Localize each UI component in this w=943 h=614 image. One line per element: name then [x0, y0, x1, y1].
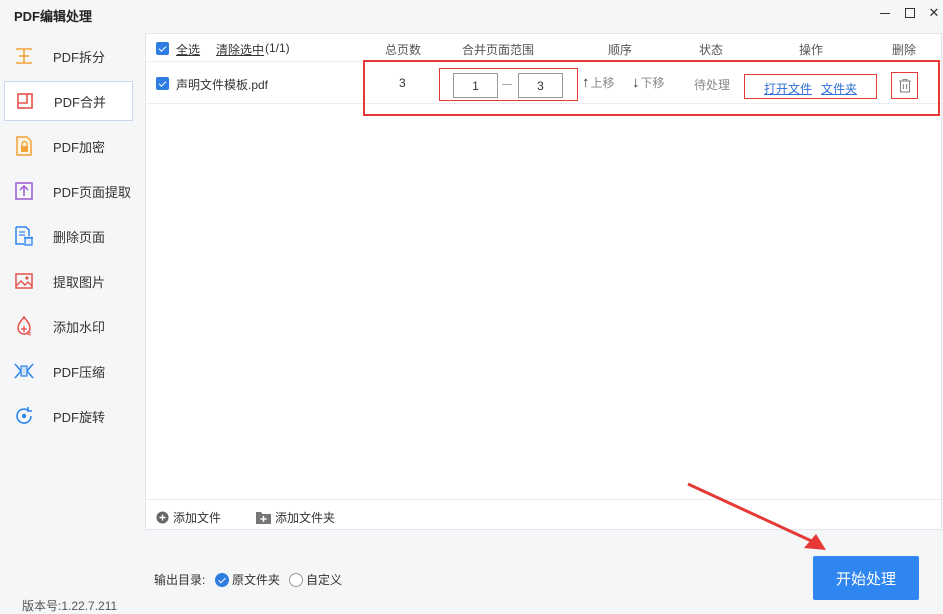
sidebar-item-label: 提取图片 — [53, 274, 106, 290]
column-delete: 删除 — [892, 43, 917, 57]
merge-icon — [17, 93, 33, 109]
sidebar-item-extract-page[interactable]: PDF页面提取 — [4, 171, 133, 211]
range-separator — [502, 84, 512, 85]
radio-source-folder[interactable]: 原文件夹 — [215, 571, 280, 588]
sidebar-item-label: 添加水印 — [53, 319, 106, 335]
sidebar-item-delete-page[interactable]: 删除页面 — [4, 216, 133, 256]
sidebar-item-compress[interactable]: PDF压缩 — [4, 351, 133, 391]
move-down-button[interactable]: ↓ 下移 — [632, 74, 665, 91]
open-file-link[interactable]: 打开文件 — [764, 80, 812, 97]
table-row: 声明文件模板.pdf 3 ↑上移 ↓下移 待处理 打开文件 文件夹 — [146, 62, 941, 104]
table-header: 全选 清除选中 (1/1) 总页数 合并页面范围 顺序 状态 操作 删除 — [146, 34, 941, 62]
total-pages-value: 3 — [399, 76, 406, 90]
actions-box: 打开文件 文件夹 — [744, 74, 877, 99]
lock-icon — [16, 136, 32, 156]
column-order: 顺序 — [608, 43, 633, 57]
sidebar-item-label: PDF压缩 — [53, 364, 106, 380]
start-processing-button[interactable]: 开始处理 — [813, 556, 919, 600]
add-folder-button[interactable]: 添加文件夹 — [256, 509, 335, 526]
sidebar-item-extract-image[interactable]: 提取图片 — [4, 261, 133, 301]
sidebar-item-label: PDF页面提取 — [53, 184, 132, 200]
select-all-checkbox[interactable] — [156, 42, 169, 55]
column-page-range: 合并页面范围 — [462, 43, 535, 57]
radio-custom[interactable]: 自定义 — [289, 571, 342, 588]
trash-icon — [898, 78, 911, 93]
column-status: 状态 — [699, 43, 724, 57]
maximize-icon — [905, 8, 915, 18]
add-file-button[interactable]: 添加文件 — [156, 509, 221, 526]
minimize-button[interactable] — [876, 4, 894, 22]
radio-checked-icon — [215, 572, 229, 587]
panel-footer: 添加文件 添加文件夹 — [146, 499, 941, 531]
move-up-label: 上移 — [590, 76, 615, 90]
status-text: 待处理 — [694, 78, 731, 92]
page-range-box — [439, 68, 578, 101]
add-circle-icon — [156, 511, 169, 524]
move-down-label: 下移 — [640, 76, 665, 90]
sidebar-item-watermark[interactable]: 添加水印 — [4, 306, 133, 346]
maximize-button[interactable] — [901, 4, 919, 22]
split-icon — [16, 48, 32, 64]
add-folder-icon — [256, 512, 271, 524]
radio-unchecked-icon — [289, 572, 303, 587]
watermark-icon — [17, 315, 32, 336]
add-file-label: 添加文件 — [173, 511, 222, 525]
sidebar-item-label: PDF合并 — [54, 94, 107, 110]
version-text: 版本号:1.22.7.211 — [22, 599, 118, 613]
radio-custom-label: 自定义 — [306, 573, 343, 587]
select-all-link[interactable]: 全选 — [176, 41, 200, 58]
column-total-pages: 总页数 — [385, 43, 422, 57]
sidebar-item-label: PDF加密 — [53, 139, 106, 155]
selection-count: (1/1) — [265, 41, 290, 55]
open-folder-link[interactable]: 文件夹 — [821, 80, 857, 97]
close-button[interactable]: ✕ — [925, 4, 943, 22]
arrow-down-icon: ↓ — [632, 74, 640, 91]
delete-button[interactable] — [891, 72, 918, 99]
title-bar: PDF编辑处理 ✕ — [0, 0, 943, 28]
row-checkbox[interactable] — [156, 77, 169, 90]
sidebar-item-label: PDF拆分 — [53, 49, 106, 65]
sidebar-item-label: PDF旋转 — [53, 409, 106, 425]
sidebar-item-encrypt[interactable]: PDF加密 — [4, 126, 133, 166]
sidebar-item-merge[interactable]: PDF合并 — [4, 81, 133, 121]
sidebar-item-rotate[interactable]: PDF旋转 — [4, 396, 133, 436]
range-end-input[interactable] — [518, 73, 563, 98]
file-list-panel: 全选 清除选中 (1/1) 总页数 合并页面范围 顺序 状态 操作 删除 声明文… — [145, 33, 942, 530]
delete-page-icon — [15, 226, 33, 246]
range-start-input[interactable] — [453, 73, 498, 98]
minimize-icon — [880, 12, 890, 14]
arrow-up-icon: ↑ — [582, 74, 590, 91]
move-up-button[interactable]: ↑ 上移 — [582, 74, 615, 91]
sidebar-item-split[interactable]: PDF拆分 — [4, 36, 133, 76]
app-title: PDF编辑处理 — [14, 9, 93, 24]
sidebar: PDF拆分 PDF合并 PDF加密 PDF页面提取 删除页面 提取图片 添加水印… — [0, 34, 140, 474]
file-name: 声明文件模板.pdf — [176, 78, 269, 92]
extract-image-icon — [15, 273, 33, 289]
sidebar-item-label: 删除页面 — [53, 229, 106, 245]
output-dir-label: 输出目录: — [154, 573, 206, 587]
compress-icon — [14, 363, 34, 379]
close-icon: ✕ — [928, 5, 940, 20]
extract-page-icon — [15, 182, 33, 200]
column-actions: 操作 — [799, 43, 824, 57]
clear-selection-link[interactable]: 清除选中 — [216, 41, 264, 58]
add-folder-label: 添加文件夹 — [275, 511, 336, 525]
rotate-icon — [16, 407, 32, 424]
radio-source-label: 原文件夹 — [232, 573, 281, 587]
